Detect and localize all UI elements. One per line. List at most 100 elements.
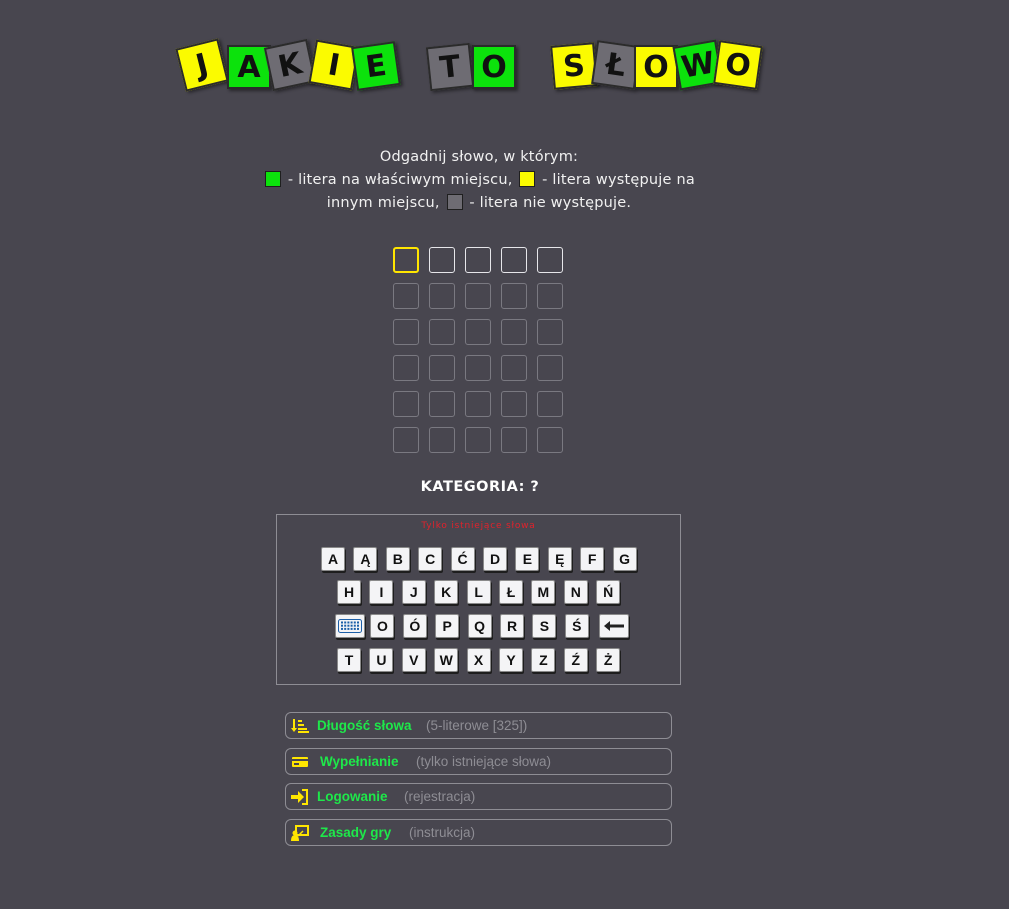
instructions-legend-line: - litera na właściwym miejscu, - litera … (254, 169, 704, 192)
key[interactable]: M (531, 580, 556, 604)
key[interactable]: F (580, 547, 605, 571)
option-sub: (tylko istniejące słowa) (416, 754, 552, 769)
category-label: KATEGORIA: ? (420, 479, 540, 495)
logo-tile: J (175, 38, 229, 92)
key[interactable]: Ę (547, 547, 572, 571)
game-logo: J A K I E T O S Ł O W O (0, 0, 1009, 110)
grid-cell (501, 319, 527, 345)
key[interactable]: O (370, 614, 395, 638)
sort-icon (291, 719, 309, 733)
backspace-icon[interactable] (599, 614, 630, 638)
instructions: Odgadnij słowo, w którym: - litera na wł… (254, 146, 704, 215)
rules-icon (291, 825, 309, 841)
grid-cell (465, 283, 491, 309)
grid-cell (537, 283, 563, 309)
legend-yellow-text-cont: innym miejscu, (326, 195, 440, 211)
grid-cell (537, 247, 563, 273)
logo-tile: E (351, 41, 401, 91)
keyboard-toggle-icon[interactable] (335, 614, 365, 638)
legend-green-text: - litera na właściwym miejscu, (287, 172, 513, 188)
key[interactable]: N (563, 580, 588, 604)
option-sub: (instrukcja) (409, 825, 476, 840)
grid-cell (393, 391, 419, 417)
key[interactable]: A (321, 547, 345, 571)
key[interactable]: G (612, 547, 637, 571)
key[interactable]: Ś (564, 614, 589, 638)
key[interactable]: R (500, 614, 524, 638)
grid-cell (429, 283, 455, 309)
option-label: Logowanie (317, 789, 388, 804)
grid-cell (429, 247, 455, 273)
key[interactable]: Ń (596, 580, 621, 604)
option-sub: (5-literowe [325]) (426, 718, 528, 733)
grid-cell (393, 283, 419, 309)
option-label: Długość słowa (317, 718, 412, 733)
grid-cell (501, 391, 527, 417)
yellow-swatch (519, 171, 536, 187)
key[interactable]: E (515, 547, 540, 571)
on-screen-keyboard: Tylko istniejące słowa AĄBCĆDEĘFG HIJKLŁM… (276, 514, 681, 685)
key[interactable]: I (369, 580, 394, 604)
key[interactable]: K (434, 580, 459, 604)
key[interactable]: V (401, 648, 426, 672)
instructions-heading: Odgadnij słowo, w którym: (379, 149, 579, 165)
key[interactable]: J (401, 580, 426, 604)
option-fill-mode[interactable]: Wypełnianie (tylko istniejące słowa) (285, 748, 672, 775)
key[interactable]: D (483, 547, 507, 571)
key[interactable]: H (337, 580, 361, 604)
key[interactable]: Ć (450, 547, 475, 571)
key[interactable]: Ą (353, 547, 378, 571)
grid-cell (501, 283, 527, 309)
grid-cell (429, 319, 455, 345)
key[interactable]: U (369, 648, 394, 672)
grid-cell (465, 247, 491, 273)
key[interactable]: Y (499, 648, 523, 672)
legend-gray-text: - litera nie występuje. (469, 195, 632, 211)
grid-cell (501, 427, 527, 453)
key[interactable]: Ł (499, 580, 523, 604)
green-swatch (265, 171, 282, 187)
option-word-length[interactable]: Długość słowa (5-literowe [325]) (285, 712, 672, 739)
key[interactable]: B (385, 547, 410, 571)
option-rules[interactable]: Zasady gry (instrukcja) (285, 819, 672, 846)
keyboard-notice: Tylko istniejące słowa (421, 521, 536, 531)
grid-cell (429, 355, 455, 381)
grid-cell (465, 391, 491, 417)
grid-cell (393, 319, 419, 345)
key[interactable]: Ż (596, 648, 621, 672)
grid-cell (537, 427, 563, 453)
grid-cell (537, 319, 563, 345)
grid-cell-active (393, 247, 419, 273)
login-icon (291, 789, 308, 805)
grid-cell (393, 355, 419, 381)
grid-cell (501, 247, 527, 273)
key[interactable]: Ó (402, 614, 427, 638)
option-label: Wypełnianie (320, 754, 399, 769)
grid-cell (501, 355, 527, 381)
key[interactable]: C (418, 547, 443, 571)
key[interactable]: X (466, 648, 491, 672)
key[interactable]: W (434, 648, 459, 672)
grid-cell (537, 391, 563, 417)
key[interactable]: L (466, 580, 491, 604)
logo-tile: T (425, 42, 475, 92)
instructions-legend-line: innym miejscu, - litera nie występuje. (254, 192, 704, 215)
option-login[interactable]: Logowanie (rejestracja) (285, 783, 672, 810)
key[interactable]: Ź (563, 648, 588, 672)
key[interactable]: Z (531, 648, 556, 672)
gray-swatch (446, 194, 463, 210)
key[interactable]: Q (467, 614, 492, 638)
grid-cell (537, 355, 563, 381)
option-sub: (rejestracja) (404, 789, 476, 804)
key[interactable]: P (435, 614, 460, 638)
card-icon (292, 757, 308, 767)
key[interactable]: T (337, 648, 361, 672)
grid-cell (465, 319, 491, 345)
grid-cell (429, 391, 455, 417)
option-label: Zasady gry (320, 825, 392, 840)
logo-tile: K (263, 38, 317, 92)
key[interactable]: S (532, 614, 557, 638)
grid-cell (429, 427, 455, 453)
grid-cell (465, 427, 491, 453)
logo-tile: O (472, 45, 516, 89)
